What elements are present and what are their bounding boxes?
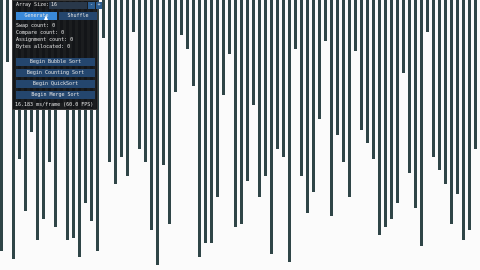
array-bar (336, 0, 340, 135)
array-bar (306, 0, 310, 214)
array-bar (180, 0, 184, 36)
array-bar (438, 0, 442, 171)
array-bar (468, 0, 472, 230)
array-bar (420, 0, 424, 246)
fps-readout: 16.183 ms/frame (60.0 FPS) (15, 102, 94, 108)
array-bar (456, 0, 460, 195)
array-bar (114, 0, 118, 184)
array-size-input[interactable]: 16 (49, 2, 87, 9)
array-bar (186, 0, 190, 49)
increment-button[interactable]: + (96, 2, 102, 9)
array-bar (462, 0, 466, 241)
stat-line: Compare count: 0 (16, 30, 65, 36)
array-bar (330, 0, 334, 216)
array-bar (318, 0, 322, 119)
array-bar (102, 0, 106, 38)
stat-line: Assignment count: 0 (16, 37, 74, 43)
array-bar (384, 0, 388, 227)
array-bar (216, 0, 220, 198)
array-bar (192, 0, 196, 87)
array-bar (444, 0, 448, 184)
array-bar (126, 0, 130, 176)
array-bar (264, 0, 268, 176)
array-bar (360, 0, 364, 130)
array-bar (210, 0, 214, 243)
array-size-label: Array Size: (16, 2, 50, 8)
array-bar (300, 0, 304, 176)
shuffle-button[interactable]: Shuffle (59, 12, 97, 20)
array-bar (312, 0, 316, 192)
array-bar (294, 0, 298, 49)
array-bar (408, 0, 412, 173)
array-bar (204, 0, 208, 243)
array-bar (342, 0, 346, 162)
array-bar (150, 0, 154, 230)
array-bar (276, 0, 280, 149)
array-bar (396, 0, 400, 203)
array-bar (162, 0, 166, 165)
control-panel: Array Size: 16 - + Generate Shuffle Swap… (12, 0, 102, 110)
array-bar (414, 0, 418, 208)
quicksort-button[interactable]: Begin QuickSort (16, 80, 95, 88)
array-bar (282, 0, 286, 157)
array-bar (270, 0, 274, 254)
array-bar (258, 0, 262, 198)
array-bar (138, 0, 142, 149)
stat-line: Bytes allocated: 0 (16, 44, 71, 50)
decrement-button[interactable]: - (88, 2, 95, 9)
array-bar (144, 0, 148, 162)
array-bar (354, 0, 358, 52)
array-bar (234, 0, 238, 227)
array-bar (6, 0, 10, 63)
bubble-sort-button[interactable]: Begin Bubble Sort (16, 58, 95, 66)
array-bar (432, 0, 436, 157)
array-bar (168, 0, 172, 225)
counting-sort-button[interactable]: Begin Counting Sort (16, 69, 95, 77)
array-bar (0, 0, 4, 252)
array-bar (474, 0, 478, 149)
generate-button[interactable]: Generate (16, 12, 57, 20)
mouse-cursor-icon (44, 15, 48, 20)
array-bar (108, 0, 112, 162)
array-bar (450, 0, 454, 225)
array-bar (288, 0, 292, 262)
array-bar (426, 0, 430, 33)
array-bar (240, 0, 244, 225)
array-bar (228, 0, 232, 54)
array-bar (246, 0, 250, 181)
stat-line: Swap count: 0 (16, 23, 56, 29)
array-bar (324, 0, 328, 41)
array-bar (198, 0, 202, 257)
array-bar (348, 0, 352, 198)
array-bar (174, 0, 178, 92)
array-bar (378, 0, 382, 235)
array-bar (402, 0, 406, 73)
array-bar (372, 0, 376, 160)
array-bar (366, 0, 370, 144)
merge-sort-button[interactable]: Begin Merge Sort (16, 91, 95, 99)
array-bar (132, 0, 136, 33)
array-bar (156, 0, 160, 265)
array-bar (222, 0, 226, 95)
array-bar (252, 0, 256, 106)
array-bar (390, 0, 394, 219)
array-bar (120, 0, 124, 157)
